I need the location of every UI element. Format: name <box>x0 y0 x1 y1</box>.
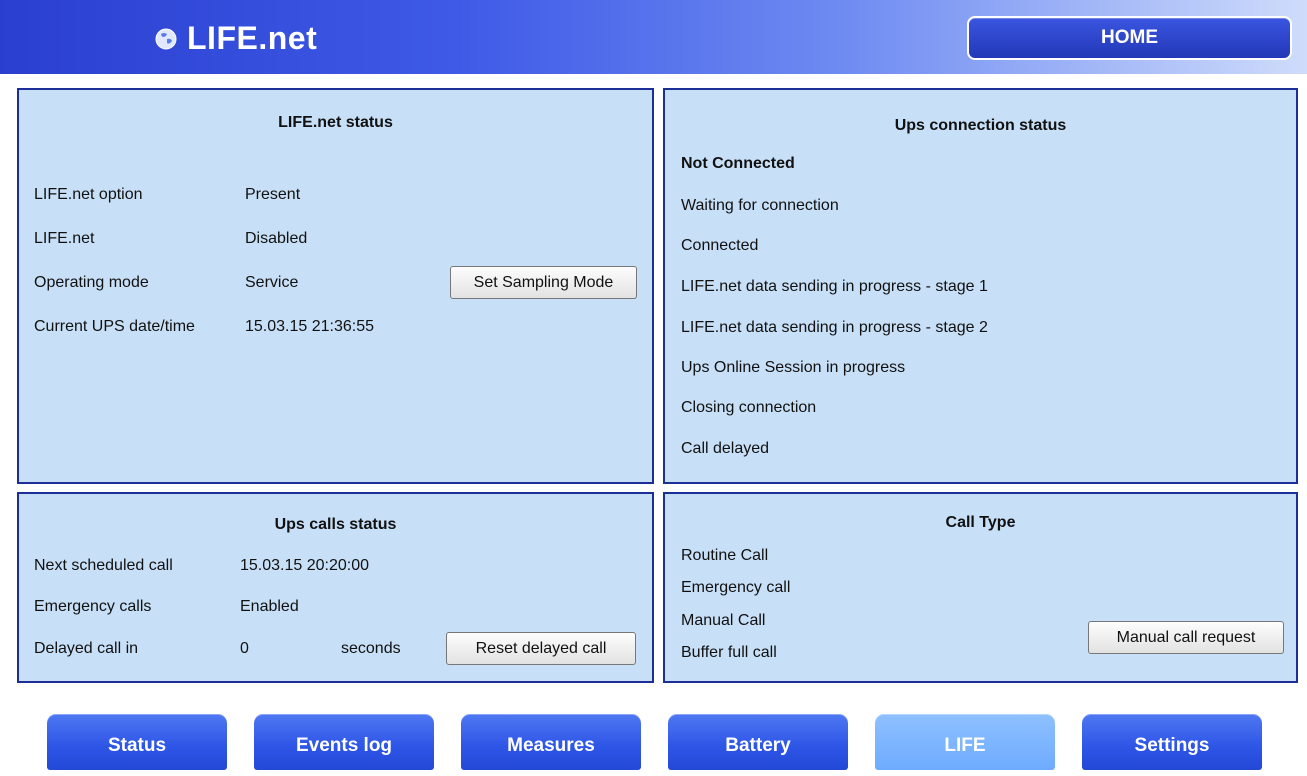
set-sampling-mode-button[interactable]: Set Sampling Mode <box>450 266 637 299</box>
delayed-call-label: Delayed call in <box>34 640 139 657</box>
status-sending-stage1: LIFE.net data sending in progress - stag… <box>681 278 988 295</box>
nav-events-log-button[interactable]: Events log <box>254 714 434 770</box>
next-call-label: Next scheduled call <box>34 557 173 574</box>
status-call-delayed: Call delayed <box>681 440 770 457</box>
call-type-title: Call Type <box>945 514 1016 531</box>
status-connected: Connected <box>681 237 759 254</box>
call-type-panel: Call Type Routine Call Emergency call Ma… <box>663 492 1298 683</box>
emergency-calls-value: Enabled <box>240 598 299 615</box>
life-option-label: LIFE.net option <box>34 186 143 203</box>
status-sending-stage2: LIFE.net data sending in progress - stag… <box>681 319 988 336</box>
calls-status-panel: Ups calls status Next scheduled call 15.… <box>17 492 654 683</box>
life-status-title: LIFE.net status <box>278 114 393 131</box>
connection-status-title: Ups connection status <box>894 117 1067 134</box>
emergency-calls-label: Emergency calls <box>34 598 152 615</box>
calls-status-title: Ups calls status <box>274 516 397 533</box>
nav-status-button[interactable]: Status <box>47 714 227 770</box>
header-bar: LIFE.net HOME <box>0 0 1307 74</box>
call-type-manual: Manual Call <box>681 612 766 629</box>
status-waiting: Waiting for connection <box>681 197 839 214</box>
nav-life-button[interactable]: LIFE <box>875 714 1055 770</box>
home-button[interactable]: HOME <box>967 16 1292 60</box>
nav-measures-button[interactable]: Measures <box>461 714 641 770</box>
reset-delayed-call-button[interactable]: Reset delayed call <box>446 632 636 665</box>
status-closing: Closing connection <box>681 399 817 416</box>
nav-battery-button[interactable]: Battery <box>668 714 848 770</box>
operating-mode-label: Operating mode <box>34 274 149 291</box>
manual-call-request-button[interactable]: Manual call request <box>1088 621 1284 654</box>
life-enabled-label: LIFE.net <box>34 230 95 247</box>
nav-settings-button[interactable]: Settings <box>1082 714 1262 770</box>
app-logo: LIFE.net <box>155 20 317 57</box>
call-type-buffer-full: Buffer full call <box>681 644 777 661</box>
call-type-routine: Routine Call <box>681 547 769 564</box>
next-call-value: 15.03.15 20:20:00 <box>240 557 370 574</box>
globe-icon <box>155 28 177 49</box>
seconds-unit: seconds <box>341 640 401 657</box>
connection-status-panel: Ups connection status Not Connected Wait… <box>663 88 1298 484</box>
ups-datetime-value: 15.03.15 21:36:55 <box>245 318 375 335</box>
status-online-session: Ups Online Session in progress <box>681 359 906 376</box>
ups-datetime-label: Current UPS date/time <box>34 318 195 335</box>
status-not-connected: Not Connected <box>681 155 795 172</box>
logo-text: LIFE.net <box>187 20 318 56</box>
life-enabled-value: Disabled <box>245 230 308 247</box>
operating-mode-value: Service <box>245 274 299 291</box>
delayed-call-value: 0 <box>240 640 249 657</box>
life-option-value: Present <box>245 186 301 203</box>
call-type-emergency: Emergency call <box>681 579 791 596</box>
life-status-panel: LIFE.net status LIFE.net option Present … <box>17 88 654 484</box>
